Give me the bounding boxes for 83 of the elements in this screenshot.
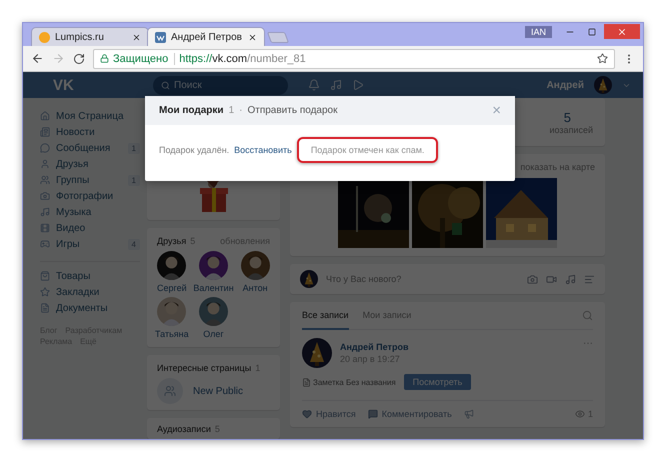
people-icon: [164, 385, 176, 397]
maximize-icon: [588, 28, 596, 36]
heart-icon: [302, 409, 312, 419]
close-button[interactable]: ×: [492, 102, 501, 119]
attachment-title: Заметка Без названия: [313, 378, 396, 386]
sidebar-item-icon: [40, 287, 50, 297]
back-icon[interactable]: [31, 52, 44, 65]
sidebar-item-icon: [40, 159, 50, 169]
favicon-icon: [155, 32, 166, 42]
more-button[interactable]: ···: [583, 338, 593, 349]
favicon-icon: [39, 32, 50, 42]
sidebar-item[interactable]: Моя Страница: [40, 108, 140, 124]
sidebar-item-icon: [40, 175, 50, 185]
user-name[interactable]: Андрей: [546, 80, 584, 90]
music-icon[interactable]: [565, 274, 576, 284]
page-name[interactable]: New Public: [193, 386, 244, 396]
friend-name[interactable]: Татьяна: [155, 329, 189, 339]
friend-name[interactable]: Антон: [242, 283, 268, 293]
close-icon[interactable]: [132, 32, 141, 42]
note-icon: [302, 378, 311, 386]
comment-button[interactable]: Комментировать: [368, 409, 452, 419]
profile-badge[interactable]: IAN: [524, 26, 552, 38]
vk-logo[interactable]: VK: [53, 76, 143, 94]
browser-tab[interactable]: Андрей Петров: [147, 27, 265, 46]
sidebar-item[interactable]: Закладки: [40, 284, 140, 300]
sidebar-item[interactable]: Друзья: [40, 156, 140, 172]
sidebar-item-icon: [40, 303, 50, 313]
text-format-icon[interactable]: [584, 274, 595, 284]
search-icon: [161, 80, 170, 90]
send-gift-link[interactable]: Отправить подарок: [247, 105, 488, 116]
card-title[interactable]: Друзья: [157, 236, 186, 246]
camera-icon[interactable]: [527, 274, 538, 284]
view-button[interactable]: Посмотреть: [404, 374, 472, 390]
card-title[interactable]: Аудиозаписи: [157, 424, 211, 434]
post-author[interactable]: Андрей Петров: [340, 342, 575, 352]
like-button[interactable]: Нравится: [302, 409, 356, 419]
address-bar[interactable]: Защищено https://vk.com/number_81: [93, 48, 615, 68]
bookmark-star-icon[interactable]: [597, 53, 608, 64]
play-icon[interactable]: [352, 79, 364, 91]
search-field[interactable]: Поиск: [153, 76, 288, 94]
sidebar-item[interactable]: Новости: [40, 124, 140, 140]
video-icon[interactable]: [546, 274, 557, 284]
search-placeholder: Поиск: [174, 80, 202, 90]
music-icon[interactable]: [330, 79, 342, 91]
new-tab-button[interactable]: [267, 32, 289, 43]
status-text: Подарок удалён.: [159, 145, 230, 155]
lock-icon: [100, 54, 109, 63]
url-text: https://vk.com/number_81: [179, 52, 306, 64]
restore-link[interactable]: Восстановить: [234, 145, 292, 155]
speech-bubble-icon: [368, 409, 378, 419]
close-button[interactable]: [604, 24, 640, 39]
sidebar-item-icon: [40, 127, 50, 137]
wall-tab[interactable]: Все записи: [302, 302, 349, 330]
sidebar-item[interactable]: Музыка: [40, 204, 140, 220]
sidebar-item[interactable]: Видео: [40, 220, 140, 236]
sidebar-item-icon: [40, 271, 50, 281]
sidebar-item[interactable]: Фотографии: [40, 188, 140, 204]
sidebar-item-icon: [40, 143, 50, 153]
sidebar-item-icon: [40, 111, 50, 121]
sidebar-item-icon: [40, 223, 50, 233]
stat-value: 5: [564, 110, 572, 124]
friend-name[interactable]: Сергей: [157, 283, 187, 293]
search-icon[interactable]: [582, 310, 593, 321]
browser-tab[interactable]: Lumpics.ru: [31, 27, 149, 46]
sidebar-item-icon: [40, 239, 50, 249]
secure-label: Защищено: [113, 52, 176, 64]
friend-name[interactable]: Валентин: [193, 283, 234, 293]
reload-icon[interactable]: [73, 52, 85, 64]
eye-icon: [574, 409, 585, 419]
sidebar-item-icon: [40, 207, 50, 217]
sidebar-item-icon: [40, 191, 50, 201]
spam-notice: Подарок отмечен как спам.: [296, 137, 438, 163]
sidebar-item[interactable]: Товары: [40, 268, 140, 284]
close-icon[interactable]: [248, 32, 257, 42]
sidebar-item[interactable]: Документы: [40, 300, 140, 316]
forward-icon[interactable]: [52, 52, 65, 65]
friend-name[interactable]: Олег: [203, 329, 224, 339]
close-icon: [617, 26, 627, 36]
card-title[interactable]: Интересные страницы: [157, 363, 252, 373]
dialog-title: Мои подарки: [159, 105, 224, 116]
gift-count: 1: [228, 105, 234, 116]
bell-icon[interactable]: [308, 79, 320, 91]
separator-dot: ·: [239, 105, 242, 116]
